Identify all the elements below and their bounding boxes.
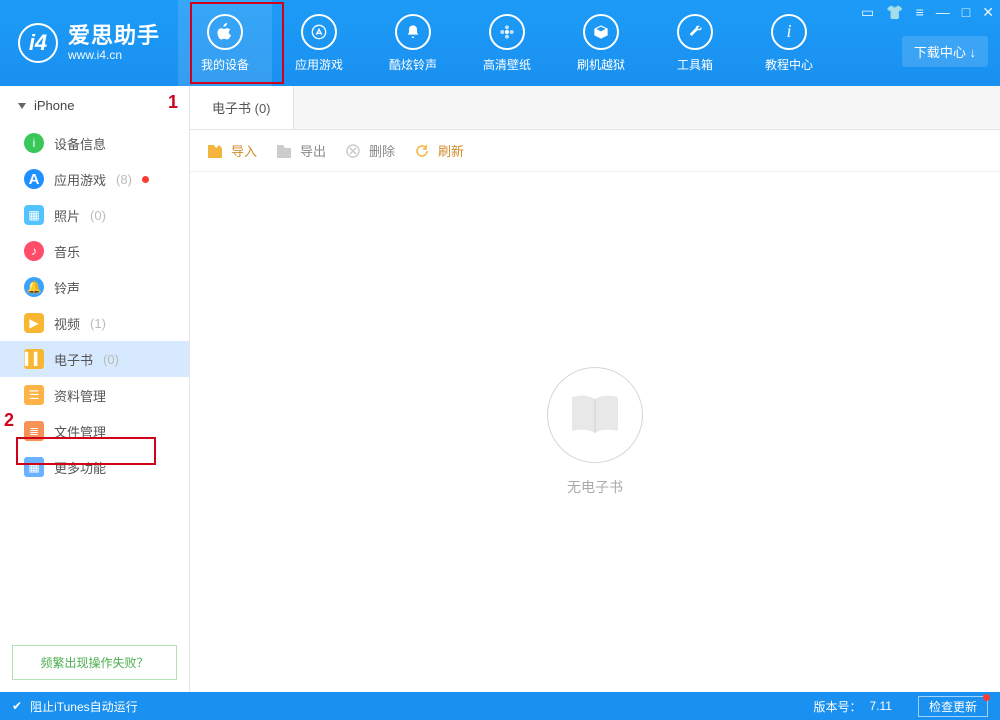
book-icon <box>547 367 643 463</box>
notification-dot-icon <box>142 176 149 183</box>
sidebar-item-count: (0) <box>90 208 106 223</box>
brand-logo-icon: i4 <box>18 23 58 63</box>
photo-icon: ▦ <box>24 205 44 225</box>
nav-apps[interactable]: 应用游戏 <box>272 0 366 86</box>
nav-toolbox[interactable]: 工具箱 <box>648 0 742 86</box>
delete-icon <box>346 144 364 158</box>
refresh-button[interactable]: 刷新 <box>415 141 464 160</box>
data-icon: ☰ <box>24 385 44 405</box>
sidebar-item-label: 资料管理 <box>54 386 106 405</box>
maximize-icon[interactable]: □ <box>962 4 970 21</box>
check-icon: ✔ <box>12 699 22 713</box>
sidebar-item-count: (8) <box>116 172 132 187</box>
check-update-button[interactable]: 检查更新 <box>918 696 988 717</box>
sidebar-item-photo[interactable]: ▦ 照片 (0) <box>0 197 189 233</box>
status-bar: ✔ 阻止iTunes自动运行 版本号： 7.11 检查更新 <box>0 692 1000 720</box>
nav-label: 我的设备 <box>201 56 249 73</box>
sidebar-item-label: 视频 <box>54 314 80 333</box>
sidebar-item-label: 铃声 <box>54 278 80 297</box>
delete-button[interactable]: 删除 <box>346 141 395 160</box>
sidebar-item-label: 照片 <box>54 206 80 225</box>
device-selector[interactable]: iPhone <box>0 86 189 125</box>
sidebar-item-label: 文件管理 <box>54 422 106 441</box>
music-icon: ♪ <box>24 241 44 261</box>
skin-icon[interactable]: 👕 <box>886 4 903 21</box>
version-label: 版本号： <box>814 698 862 715</box>
apps-icon: A <box>24 169 44 189</box>
brand-name: 爱思助手 <box>68 24 160 48</box>
sidebar-item-count: (0) <box>103 352 119 367</box>
sidebar: iPhone i 设备信息 A 应用游戏 (8) ▦ 照片 (0) ♪ 音乐 🔔 铃声 ▶ 视频 (1) ▍▍… <box>0 86 190 692</box>
feedback-icon[interactable]: ▭ <box>861 4 874 21</box>
sidebar-item-apps[interactable]: A 应用游戏 (8) <box>0 161 189 197</box>
nav-ringtones[interactable]: 酷炫铃声 <box>366 0 460 86</box>
nav-label: 工具箱 <box>677 56 713 73</box>
sidebar-item-label: 设备信息 <box>54 134 106 153</box>
appstore-icon <box>301 14 337 50</box>
nav-label: 刷机越狱 <box>577 56 625 73</box>
toolbar: 导入 导出 删除 刷新 <box>190 130 1000 172</box>
sidebar-item-label: 应用游戏 <box>54 170 106 189</box>
sidebar-item-data[interactable]: ☰ 资料管理 <box>0 377 189 413</box>
file-icon: ≣ <box>24 421 44 441</box>
export-button[interactable]: 导出 <box>277 141 326 160</box>
nav-label: 应用游戏 <box>295 56 343 73</box>
empty-text: 无电子书 <box>567 477 623 497</box>
info-icon: i <box>24 133 44 153</box>
import-button[interactable]: 导入 <box>208 141 257 160</box>
menu-icon[interactable]: ≡ <box>916 4 924 21</box>
window-controls: ▭ 👕 ≡ — □ ✕ <box>861 4 994 21</box>
brand-url: www.i4.cn <box>68 49 160 62</box>
import-icon <box>208 144 226 158</box>
book-icon: ▍▍ <box>24 349 44 369</box>
tab-ebooks[interactable]: 电子书 (0) <box>190 86 294 129</box>
close-icon[interactable]: ✕ <box>982 4 994 21</box>
sidebar-item-file[interactable]: ≣ 文件管理 <box>0 413 189 449</box>
empty-state: 无电子书 <box>190 172 1000 692</box>
apple-icon <box>207 14 243 50</box>
nav-wallpapers[interactable]: 高清壁纸 <box>460 0 554 86</box>
brand: i4 爱思助手 www.i4.cn <box>0 0 178 86</box>
nav-label: 教程中心 <box>765 56 813 73</box>
export-icon <box>277 144 295 158</box>
minimize-icon[interactable]: — <box>936 4 950 21</box>
ring-icon: 🔔 <box>24 277 44 297</box>
sidebar-item-video[interactable]: ▶ 视频 (1) <box>0 305 189 341</box>
device-name: iPhone <box>34 98 74 113</box>
sidebar-item-info[interactable]: i 设备信息 <box>0 125 189 161</box>
sidebar-item-more[interactable]: ▦ 更多功能 <box>0 449 189 485</box>
download-center-button[interactable]: 下载中心 ↓ <box>902 36 988 67</box>
sidebar-item-label: 更多功能 <box>54 458 106 477</box>
flower-icon <box>489 14 525 50</box>
sidebar-item-label: 音乐 <box>54 242 80 261</box>
version-value: 7.11 <box>870 699 892 713</box>
nav-my-device[interactable]: 我的设备 <box>178 0 272 86</box>
main-panel: 电子书 (0) 导入 导出 删除 刷新 无电子书 <box>190 86 1000 692</box>
sidebar-item-music[interactable]: ♪ 音乐 <box>0 233 189 269</box>
info-icon: i <box>771 14 807 50</box>
tab-bar: 电子书 (0) <box>190 86 1000 130</box>
sidebar-item-label: 电子书 <box>54 350 93 369</box>
sidebar-item-book[interactable]: ▍▍ 电子书 (0) <box>0 341 189 377</box>
box-icon <box>583 14 619 50</box>
nav-tutorials[interactable]: i 教程中心 <box>742 0 836 86</box>
bell-icon <box>395 14 431 50</box>
nav-label: 高清壁纸 <box>483 56 531 73</box>
sidebar-item-ring[interactable]: 🔔 铃声 <box>0 269 189 305</box>
itunes-block-toggle[interactable]: 阻止iTunes自动运行 <box>30 698 138 715</box>
chevron-down-icon <box>18 103 26 109</box>
nav-flash[interactable]: 刷机越狱 <box>554 0 648 86</box>
refresh-icon <box>415 144 433 158</box>
sidebar-item-count: (1) <box>90 316 106 331</box>
wrench-icon <box>677 14 713 50</box>
video-icon: ▶ <box>24 313 44 333</box>
nav-label: 酷炫铃声 <box>389 56 437 73</box>
help-link[interactable]: 频繁出现操作失败？ <box>12 645 177 680</box>
top-nav: 我的设备 应用游戏 酷炫铃声 高清壁纸 刷机越狱 工具箱 i 教程中心 <box>178 0 836 86</box>
more-icon: ▦ <box>24 457 44 477</box>
app-header: i4 爱思助手 www.i4.cn 我的设备 应用游戏 酷炫铃声 高清壁纸 刷机… <box>0 0 1000 86</box>
